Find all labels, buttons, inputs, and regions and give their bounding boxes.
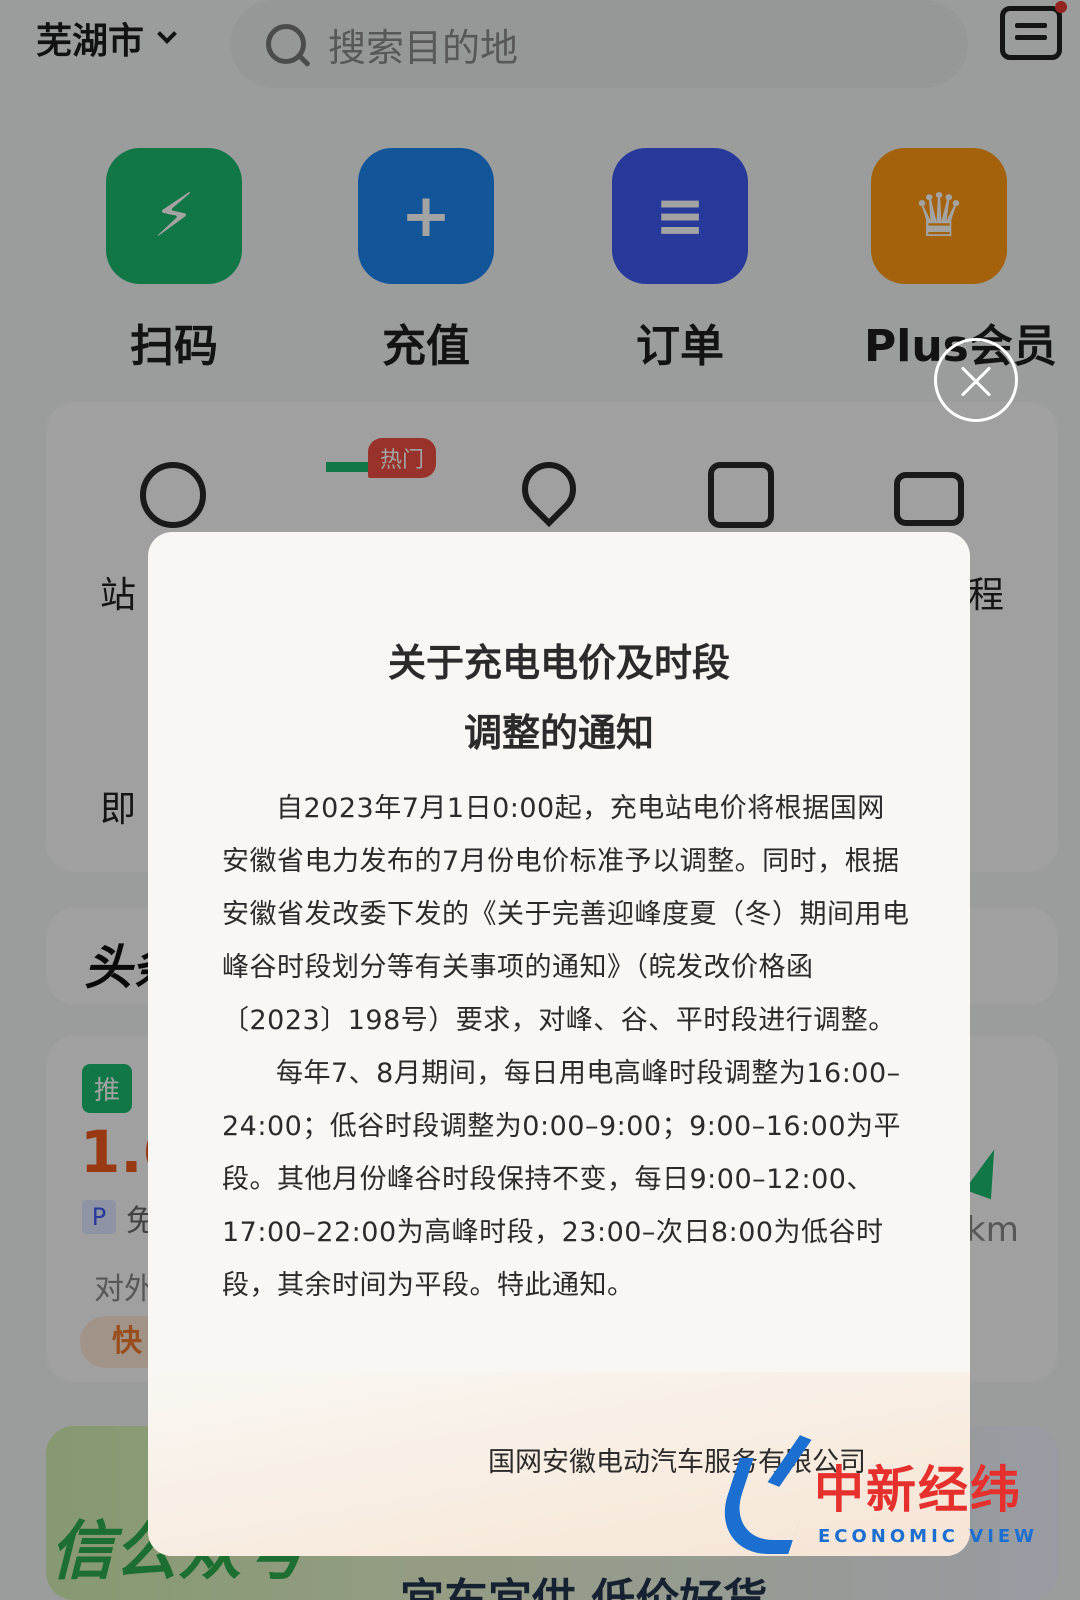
watermark-logo: 中新经纬 ECONOMIC VIEW [708,1440,1080,1570]
watermark-cn: 中新经纬 [814,1461,1022,1519]
watermark-check-icon [708,1458,820,1554]
dialog-body: 自2023年7月1日0:00起，充电站电价将根据国网安徽省电力发布的7月份电价标… [222,782,912,1312]
notice-dialog: 关于充电电价及时段 调整的通知 自2023年7月1日0:00起，充电站电价将根据… [148,532,970,1556]
watermark-en: ECONOMIC VIEW [818,1526,1039,1547]
close-icon[interactable] [934,338,1018,422]
dialog-title-line2: 调整的通知 [463,711,654,755]
dialog-paragraph: 每年7、8月期间，每日用电高峰时段调整为16:00–24:00；低谷时段调整为0… [222,1058,902,1301]
dialog-paragraph: 自2023年7月1日0:00起，充电站电价将根据国网安徽省电力发布的7月份电价标… [222,793,910,1036]
dialog-title-line1: 关于充电电价及时段 [387,641,730,685]
dialog-title: 关于充电电价及时段 调整的通知 [148,628,970,768]
